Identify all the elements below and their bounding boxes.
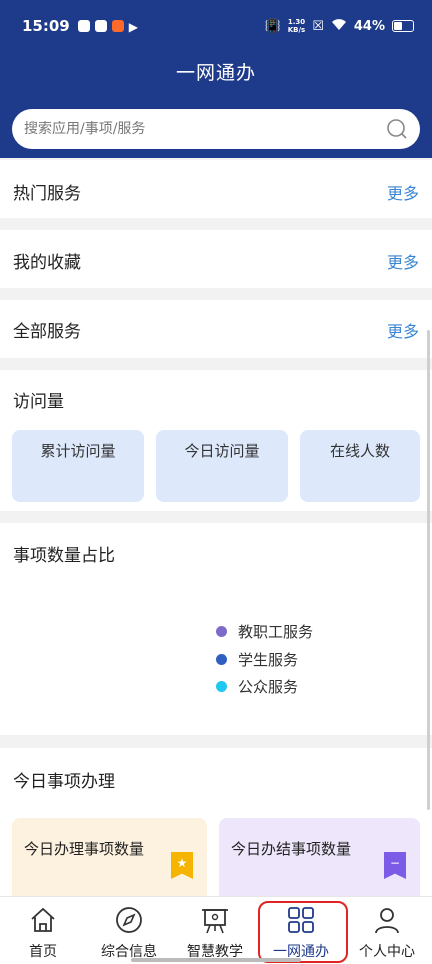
play-notification-icon: ▶ xyxy=(128,20,138,34)
legend-dot xyxy=(216,626,227,638)
network-speed-unit: KB/s xyxy=(287,26,306,34)
online-users-card[interactable]: 在线人数 xyxy=(300,430,420,502)
battery-icon xyxy=(392,20,414,32)
legend-label: 公众服务 xyxy=(238,678,299,697)
network-speed: 1.30 KB/s xyxy=(288,18,305,34)
legend-item: 公众服务 xyxy=(216,673,313,701)
tab-home[interactable]: 首页 xyxy=(0,897,86,963)
visit-total-label: 累计访问量 xyxy=(40,442,116,460)
visit-today-label: 今日访问量 xyxy=(184,442,260,460)
hot-services-title: 热门服务 xyxy=(13,184,81,204)
legend-label: 学生服务 xyxy=(238,650,299,669)
all-services-section: 全部服务 更多 xyxy=(0,300,432,358)
battery-percent: 44% xyxy=(353,18,385,34)
visit-total-card[interactable]: 累计访问量 xyxy=(12,430,144,502)
tab-info[interactable]: 综合信息 xyxy=(86,897,172,963)
online-users-label: 在线人数 xyxy=(329,442,390,460)
ratio-legend: 教职工服务 学生服务 公众服务 xyxy=(216,618,313,701)
all-services-more-link[interactable]: 更多 xyxy=(387,318,419,342)
legend-item: 学生服务 xyxy=(216,646,313,674)
app-notification-icon xyxy=(94,20,107,32)
tab-profile-label: 个人中心 xyxy=(359,944,415,960)
visits-title: 访问量 xyxy=(13,392,64,412)
legend-item: 教职工服务 xyxy=(216,618,313,646)
all-services-title: 全部服务 xyxy=(13,322,81,342)
chat-notification-icon xyxy=(77,20,90,32)
today-title: 今日事项办理 xyxy=(13,772,115,792)
grid-icon xyxy=(288,907,314,933)
search-bar[interactable] xyxy=(12,109,420,149)
hot-services-section: 热门服务 更多 xyxy=(0,160,432,218)
shop-notification-icon xyxy=(111,20,124,32)
bottom-tab-bar: 首页 综合信息 智慧教学 一网通办 个人中心 xyxy=(0,896,432,964)
teaching-board-icon xyxy=(202,909,228,934)
favorites-more-link[interactable]: 更多 xyxy=(387,249,419,273)
compass-icon xyxy=(116,907,142,933)
hot-services-more-link[interactable]: 更多 xyxy=(387,180,419,204)
today-completed-card[interactable]: 今日办结事项数量 − xyxy=(219,818,420,904)
legend-dot xyxy=(216,681,227,693)
page-title: 一网通办 xyxy=(175,62,256,84)
ratio-title: 事项数量占比 xyxy=(13,546,115,566)
today-handled-label: 今日办理事项数量 xyxy=(24,840,145,858)
visit-today-card[interactable]: 今日访问量 xyxy=(156,430,288,502)
scrollbar[interactable] xyxy=(427,330,430,810)
status-time: 15:09 xyxy=(22,17,70,35)
ratio-section: 事项数量占比 教职工服务 学生服务 公众服务 xyxy=(0,523,432,735)
favorites-title: 我的收藏 xyxy=(13,253,81,273)
today-completed-label: 今日办结事项数量 xyxy=(231,840,352,858)
tab-one-stop[interactable]: 一网通办 xyxy=(258,897,348,963)
favorites-section: 我的收藏 更多 xyxy=(0,230,432,288)
minus-bookmark-icon: − xyxy=(384,852,406,879)
visits-section: 访问量 累计访问量 今日访问量 在线人数 xyxy=(0,370,432,511)
tab-profile[interactable]: 个人中心 xyxy=(344,897,432,963)
legend-dot xyxy=(216,653,227,665)
vibrate-icon: 📳 xyxy=(264,18,281,34)
tab-home-label: 首页 xyxy=(29,944,57,960)
search-input[interactable] xyxy=(24,121,386,137)
wifi-icon xyxy=(331,18,347,35)
star-bookmark-icon: ★ xyxy=(171,852,193,879)
today-section: 今日事项办理 今日办理事项数量 ★ 今日办结事项数量 − xyxy=(0,748,432,904)
no-sim-icon: ☒ xyxy=(312,18,324,34)
home-icon xyxy=(31,907,55,932)
network-speed-value: 1.30 xyxy=(287,18,306,26)
status-bar: 15:09 ▶ 📳 1.30 KB/s ☒ 44% xyxy=(22,14,414,38)
legend-label: 教职工服务 xyxy=(238,623,314,642)
today-handled-card[interactable]: 今日办理事项数量 ★ xyxy=(12,818,207,904)
tab-teaching[interactable]: 智慧教学 xyxy=(172,897,258,963)
search-icon[interactable] xyxy=(386,118,408,140)
app-header: 15:09 ▶ 📳 1.30 KB/s ☒ 44% 一网通办 xyxy=(0,0,432,158)
person-icon xyxy=(375,908,399,934)
home-indicator xyxy=(131,958,301,962)
